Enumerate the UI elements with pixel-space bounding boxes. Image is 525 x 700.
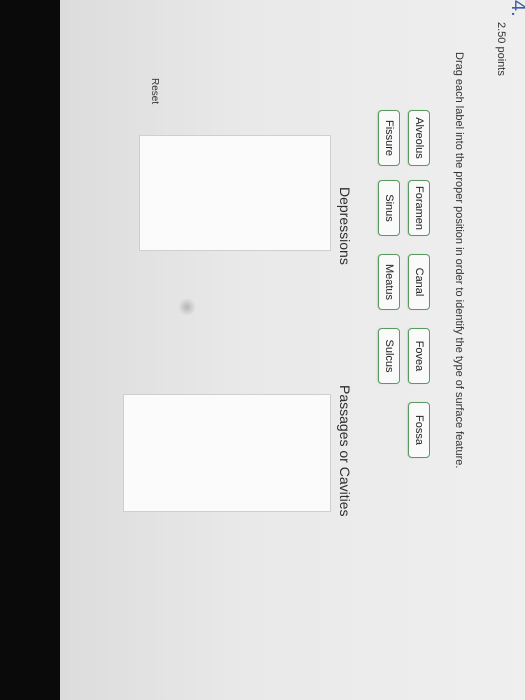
draggable-label-fovea[interactable]: Fovea [408, 328, 430, 384]
draggable-label-fissure[interactable]: Fissure [378, 110, 400, 166]
draggable-label-sinus[interactable]: Sinus [378, 180, 400, 236]
question-instruction: Drag each label into the proper position… [453, 52, 465, 469]
category-title-depressions: Depressions [337, 187, 353, 265]
draggable-label-canal[interactable]: Canal [408, 254, 430, 310]
draggable-label-alveolus[interactable]: Alveolus [408, 110, 430, 166]
draggable-label-fossa[interactable]: Fossa [408, 402, 430, 458]
draggable-label-meatus[interactable]: Meatus [378, 254, 400, 310]
drop-zone-passages-or-cavities[interactable] [123, 394, 331, 512]
question-number: 4. [507, 0, 525, 17]
question-panel: 4. 2.50 points Drag each label into the … [60, 0, 525, 700]
monitor-bezel [0, 0, 60, 700]
reset-button[interactable]: Reset [149, 78, 160, 104]
question-points: 2.50 points [495, 22, 507, 76]
draggable-label-sulcus[interactable]: Sulcus [378, 328, 400, 384]
drop-zone-depressions[interactable] [139, 135, 331, 251]
category-title-passages-or-cavities: Passages or Cavities [337, 385, 353, 517]
draggable-label-foramen[interactable]: Foramen [408, 180, 430, 236]
